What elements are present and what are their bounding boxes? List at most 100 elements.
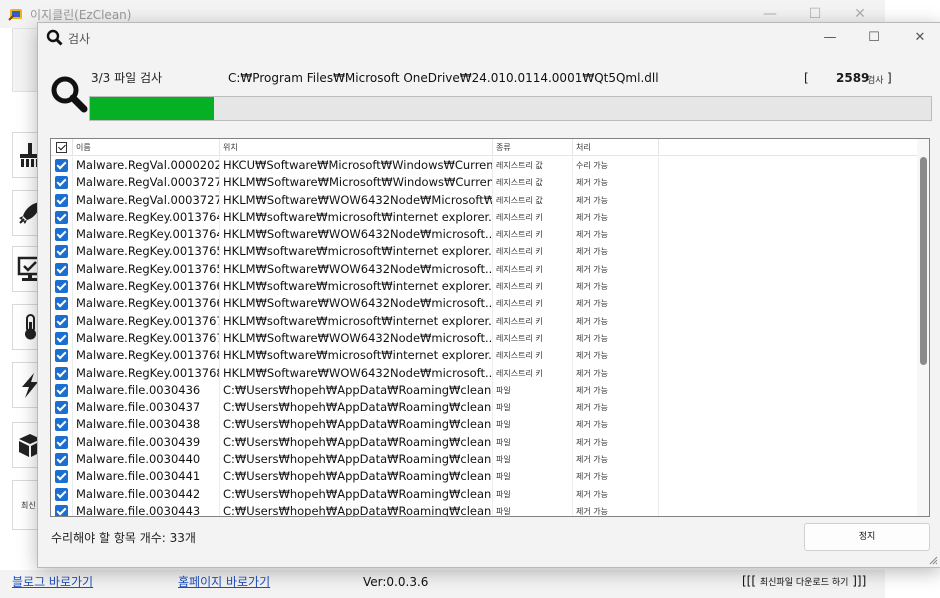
row-checkbox[interactable] xyxy=(51,329,73,348)
table-row[interactable]: Malware.RegVal.0000202 HKCU₩Software₩Micr… xyxy=(51,157,917,175)
checkbox-checked-icon[interactable] xyxy=(55,159,68,172)
row-name: Malware.RegKey.0013767 xyxy=(73,312,220,330)
checkbox-checked-icon[interactable] xyxy=(55,193,68,207)
select-all-checkbox[interactable] xyxy=(51,139,73,156)
table-row[interactable]: Malware.RegKey.0013767 HKLM₩Software₩WOW6… xyxy=(51,329,917,348)
row-checkbox[interactable] xyxy=(51,485,73,503)
checkbox-checked-icon[interactable] xyxy=(55,487,68,501)
row-checkbox[interactable] xyxy=(51,208,73,227)
table-row[interactable]: Malware.RegKey.0013767 HKLM₩software₩micr… xyxy=(51,312,917,330)
table-row[interactable]: Malware.file.0030440 C:₩Users₩hopeh₩AppDa… xyxy=(51,451,917,469)
row-checkbox[interactable] xyxy=(51,381,73,400)
list-scrollbar-thumb[interactable] xyxy=(920,157,927,365)
stop-button[interactable]: 정지 xyxy=(804,523,930,551)
table-row[interactable]: Malware.RegKey.0013768 HKLM₩software₩micr… xyxy=(51,347,917,365)
table-row[interactable]: Malware.RegVal.0003727 HKLM₩Software₩WOW6… xyxy=(51,191,917,209)
row-action: 제거 가능 xyxy=(573,381,659,400)
row-checkbox[interactable] xyxy=(51,260,73,279)
dialog-close-button[interactable]: ✕ xyxy=(902,27,938,49)
row-name: Malware.RegKey.0013764 xyxy=(73,208,220,227)
table-row[interactable]: Malware.RegKey.0013766 HKLM₩software₩micr… xyxy=(51,278,917,296)
row-checkbox[interactable] xyxy=(51,347,73,365)
table-row[interactable]: Malware.RegKey.0013764 HKLM₩Software₩WOW6… xyxy=(51,226,917,244)
list-scrollbar[interactable] xyxy=(917,139,929,516)
row-location: C:₩Users₩hopeh₩AppData₩Roaming₩cleanp... xyxy=(220,451,493,469)
table-row[interactable]: Malware.file.0030437 C:₩Users₩hopeh₩AppDa… xyxy=(51,399,917,417)
row-checkbox[interactable] xyxy=(51,451,73,469)
checkbox-checked-icon[interactable] xyxy=(55,210,68,224)
table-row[interactable]: Malware.file.0030442 C:₩Users₩hopeh₩AppDa… xyxy=(51,485,917,503)
column-header-action[interactable]: 처리 xyxy=(573,139,659,156)
checkbox-checked-icon[interactable] xyxy=(55,349,68,363)
checkbox-checked-icon[interactable] xyxy=(55,228,68,242)
download-latest-link[interactable]: [[[ 최신파일 다운로드 하기 ]]] xyxy=(742,574,866,588)
resize-grip-icon[interactable] xyxy=(928,555,938,565)
table-row[interactable]: Malware.RegKey.0013764 HKLM₩software₩micr… xyxy=(51,208,917,227)
checkbox-checked-icon[interactable] xyxy=(55,435,68,449)
column-header-name[interactable]: 이름 xyxy=(73,139,220,156)
dialog-minimize-button[interactable]: — xyxy=(812,27,848,49)
homepage-link[interactable]: 홈페이지 바로가기 xyxy=(178,573,270,590)
main-minimize-button[interactable]: — xyxy=(748,4,792,24)
row-location: HKLM₩Software₩WOW6432Node₩microsoft... xyxy=(220,364,493,382)
checkbox-checked-icon[interactable] xyxy=(55,314,68,328)
row-checkbox[interactable] xyxy=(51,278,73,296)
row-checkbox[interactable] xyxy=(51,312,73,330)
dialog-maximize-button[interactable]: ☐ xyxy=(856,27,892,49)
row-checkbox[interactable] xyxy=(51,174,73,192)
row-checkbox[interactable] xyxy=(51,295,73,313)
table-row[interactable]: Malware.file.0030439 C:₩Users₩hopeh₩AppDa… xyxy=(51,433,917,452)
table-row[interactable]: Malware.file.0030436 C:₩Users₩hopeh₩AppDa… xyxy=(51,381,917,400)
row-location: HKLM₩software₩microsoft₩internet explore… xyxy=(220,208,493,227)
column-header-location[interactable]: 위치 xyxy=(220,139,493,156)
checkbox-checked-icon[interactable] xyxy=(55,176,68,190)
row-type: 파일 xyxy=(493,381,573,400)
blog-link[interactable]: 블로그 바로가기 xyxy=(12,573,93,590)
row-name: Malware.RegVal.0000202 xyxy=(73,157,220,175)
main-close-button[interactable]: ✕ xyxy=(838,4,882,24)
checkbox-checked-icon[interactable] xyxy=(55,401,68,415)
row-checkbox[interactable] xyxy=(51,364,73,382)
table-row[interactable]: Malware.RegKey.0013765 HKLM₩software₩micr… xyxy=(51,243,917,261)
row-action: 제거 가능 xyxy=(573,485,659,503)
table-row[interactable]: Malware.RegKey.0013765 HKLM₩Software₩WOW6… xyxy=(51,260,917,279)
row-location: C:₩Users₩hopeh₩AppData₩Roaming₩cleanp... xyxy=(220,399,493,417)
checkbox-checked-icon[interactable] xyxy=(55,262,68,276)
checkbox-checked-icon[interactable] xyxy=(55,297,68,311)
checkbox-checked-icon[interactable] xyxy=(55,470,68,484)
checkbox-checked-icon[interactable] xyxy=(55,366,68,380)
checkbox-checked-icon[interactable] xyxy=(55,245,68,259)
checkbox-checked-icon[interactable] xyxy=(55,418,68,432)
table-row[interactable]: Malware.file.0030441 C:₩Users₩hopeh₩AppDa… xyxy=(51,468,917,486)
checkbox-checked-icon[interactable] xyxy=(55,280,68,294)
row-checkbox[interactable] xyxy=(51,502,73,516)
main-maximize-button[interactable]: ☐ xyxy=(793,4,837,24)
row-checkbox[interactable] xyxy=(51,416,73,434)
row-checkbox[interactable] xyxy=(51,243,73,261)
scan-progress-fill xyxy=(90,97,215,120)
row-type: 레지스트리 키 xyxy=(493,364,573,382)
row-type: 레지스트리 키 xyxy=(493,312,573,330)
row-name: Malware.RegKey.0013767 xyxy=(73,329,220,348)
row-name: Malware.file.0030437 xyxy=(73,399,220,417)
column-header-type[interactable]: 종류 xyxy=(493,139,573,156)
table-row[interactable]: Malware.RegKey.0013768 HKLM₩Software₩WOW6… xyxy=(51,364,917,382)
row-action: 제거 가능 xyxy=(573,329,659,348)
checkbox-checked-icon[interactable] xyxy=(55,383,68,397)
checkbox-checked-icon[interactable] xyxy=(55,453,68,467)
row-checkbox[interactable] xyxy=(51,157,73,175)
row-checkbox[interactable] xyxy=(51,226,73,244)
row-name: Malware.file.0030443 xyxy=(73,502,220,516)
row-checkbox[interactable] xyxy=(51,191,73,209)
table-row[interactable]: Malware.file.0030438 C:₩Users₩hopeh₩AppDa… xyxy=(51,416,917,434)
row-checkbox[interactable] xyxy=(51,399,73,417)
table-row[interactable]: Malware.RegVal.0003727 HKLM₩Software₩Micr… xyxy=(51,174,917,192)
checkbox-checked-icon[interactable] xyxy=(55,331,68,345)
checkbox-checked-icon[interactable] xyxy=(55,504,68,516)
detection-list[interactable]: 이름 위치 종류 처리 Malware.RegVal.0000202 HKCU₩S… xyxy=(50,138,930,517)
row-checkbox[interactable] xyxy=(51,468,73,486)
row-name: Malware.RegKey.0013764 xyxy=(73,226,220,244)
table-row[interactable]: Malware.file.0030443 C:₩Users₩hopeh₩AppDa… xyxy=(51,502,917,516)
table-row[interactable]: Malware.RegKey.0013766 HKLM₩Software₩WOW6… xyxy=(51,295,917,313)
row-checkbox[interactable] xyxy=(51,433,73,452)
